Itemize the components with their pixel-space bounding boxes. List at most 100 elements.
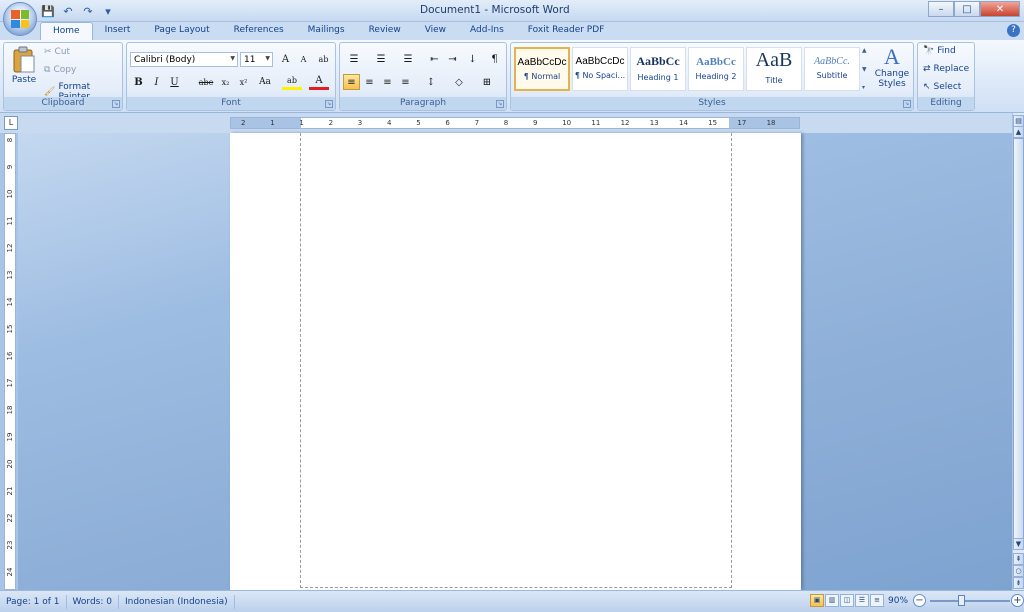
scroll-up-button[interactable]: ▲: [1013, 126, 1024, 138]
select-button[interactable]: ↖ Select: [923, 82, 961, 92]
justify-button[interactable]: ≡: [397, 74, 414, 90]
tab-home[interactable]: Home: [40, 22, 93, 40]
font-dialog-launcher-icon[interactable]: ↘: [325, 100, 333, 108]
replace-button[interactable]: ⇄ Replace: [923, 64, 969, 74]
vertical-ruler[interactable]: 8 9 10 11 12 13 14 15 16 17 18 19 20 21 22 23 24: [4, 133, 16, 590]
tab-mailings[interactable]: Mailings: [296, 22, 357, 40]
language-indicator[interactable]: Indonesian (Indonesia): [119, 594, 235, 609]
bold-button[interactable]: B: [130, 74, 147, 90]
tab-foxit-reader-pdf[interactable]: Foxit Reader PDF: [516, 22, 617, 40]
zoom-out-button[interactable]: −: [913, 594, 926, 607]
grow-font-button[interactable]: A: [277, 51, 294, 67]
line-spacing-button[interactable]: ↕: [420, 74, 442, 90]
find-button[interactable]: 🔭 Find: [923, 46, 956, 56]
multilevel-list-button[interactable]: ☰: [397, 51, 419, 67]
style-heading-1[interactable]: AaBbCc Heading 1: [630, 47, 686, 91]
zoom-in-button[interactable]: +: [1011, 594, 1024, 607]
scroll-thumb[interactable]: [1013, 138, 1024, 548]
align-right-button[interactable]: ≡: [379, 74, 396, 90]
align-left-button[interactable]: ≡: [343, 74, 360, 90]
binoculars-icon: 🔭: [923, 46, 935, 56]
styles-gallery-scroller[interactable]: ▲ ▼ ▾: [862, 47, 872, 91]
zoom-slider[interactable]: [930, 600, 1010, 602]
tab-selector-button[interactable]: L: [4, 116, 18, 130]
text-boundary[interactable]: [300, 133, 732, 588]
clear-formatting-button[interactable]: ab: [315, 51, 332, 67]
zoom-slider-thumb[interactable]: [958, 595, 965, 606]
numbering-button[interactable]: ☰: [370, 51, 392, 67]
customize-qat-icon[interactable]: ▾: [100, 3, 116, 19]
tab-references[interactable]: References: [222, 22, 296, 40]
copy-button[interactable]: ⧉ Copy: [44, 65, 76, 75]
strikethrough-button[interactable]: abe: [195, 74, 217, 90]
page-count[interactable]: Page: 1 of 1: [0, 594, 67, 609]
subscript-button[interactable]: x₂: [217, 74, 234, 90]
show-hide-marks-button[interactable]: ¶: [486, 51, 503, 67]
tab-view[interactable]: View: [413, 22, 458, 40]
text-highlight-button[interactable]: ab: [282, 74, 302, 90]
scissors-icon: ✂: [44, 47, 52, 57]
minimize-button[interactable]: –: [928, 1, 954, 17]
paragraph-dialog-launcher-icon[interactable]: ↘: [496, 100, 504, 108]
scroll-down-button[interactable]: ▼: [1013, 538, 1024, 550]
ruler-tick: 14: [6, 297, 14, 307]
style-normal[interactable]: AaBbCcDc ¶ Normal: [514, 47, 570, 91]
style-no-spacing[interactable]: AaBbCcDc ¶ No Spaci...: [572, 47, 628, 91]
previous-page-button[interactable]: ⇞: [1013, 553, 1024, 565]
font-size-select[interactable]: 11 ▼: [240, 52, 273, 67]
paintbrush-icon: 🖌: [44, 87, 56, 97]
more-icon[interactable]: ▾: [862, 84, 872, 91]
shading-button[interactable]: ◇: [448, 74, 470, 90]
italic-button[interactable]: I: [148, 74, 165, 90]
style-subtitle[interactable]: AaBbCc. Subtitle: [804, 47, 860, 91]
borders-button[interactable]: ⊞: [476, 74, 498, 90]
sort-button[interactable]: ↓: [464, 51, 481, 67]
save-icon[interactable]: 💾: [40, 3, 56, 19]
tab-page-layout[interactable]: Page Layout: [142, 22, 221, 40]
help-icon[interactable]: ?: [1007, 24, 1020, 37]
style-preview: AaBbCcDc: [575, 56, 625, 67]
clipboard-dialog-launcher-icon[interactable]: ↘: [112, 100, 120, 108]
style-title[interactable]: AaB Title: [746, 47, 802, 91]
redo-icon[interactable]: ↷: [80, 3, 96, 19]
underline-button[interactable]: U: [166, 74, 183, 90]
word-count[interactable]: Words: 0: [67, 594, 119, 609]
align-center-button[interactable]: ≡: [361, 74, 378, 90]
styles-dialog-launcher-icon[interactable]: ↘: [903, 100, 911, 108]
close-button[interactable]: ✕: [980, 1, 1020, 17]
web-layout-view-icon[interactable]: ◫: [840, 594, 854, 607]
draft-view-icon[interactable]: ≡: [870, 594, 884, 607]
shrink-font-button[interactable]: A: [295, 51, 312, 67]
full-screen-reading-view-icon[interactable]: ▥: [825, 594, 839, 607]
tab-add-ins[interactable]: Add-Ins: [458, 22, 516, 40]
change-case-button[interactable]: Aa: [255, 74, 275, 90]
chevron-up-icon[interactable]: ▲: [862, 47, 872, 54]
zoom-level[interactable]: 90%: [888, 596, 908, 606]
style-heading-2[interactable]: AaBbCc Heading 2: [688, 47, 744, 91]
ruler-tick: 2: [328, 119, 334, 127]
horizontal-ruler[interactable]: 2 1 1 2 3 4 5 6 7 8 9 10 11 12 13 14 15 17 18: [230, 117, 800, 129]
cut-button[interactable]: ✂ Cut: [44, 47, 70, 57]
chevron-down-icon[interactable]: ▼: [862, 66, 872, 73]
change-styles-icon: A: [884, 44, 900, 69]
font-size-value: 11: [244, 55, 256, 65]
font-family-select[interactable]: Calibri (Body) ▼: [130, 52, 238, 67]
print-layout-view-icon[interactable]: ▣: [810, 594, 824, 607]
ruler-tick: 17: [6, 378, 14, 388]
superscript-button[interactable]: x²: [235, 74, 252, 90]
increase-indent-button[interactable]: ⇥: [444, 51, 461, 67]
undo-icon[interactable]: ↶: [60, 3, 76, 19]
office-button[interactable]: [3, 2, 37, 36]
next-page-button[interactable]: ⇟: [1013, 577, 1024, 589]
vertical-scrollbar[interactable]: ▤ ▲ ▼ ⇞ ○ ⇟: [1012, 113, 1024, 590]
change-styles-button[interactable]: A Change Styles: [874, 44, 910, 90]
paste-button[interactable]: Paste: [8, 46, 40, 85]
browse-object-button[interactable]: ○: [1013, 565, 1024, 577]
tab-insert[interactable]: Insert: [93, 22, 143, 40]
bullets-button[interactable]: ☰: [343, 51, 365, 67]
tab-review[interactable]: Review: [357, 22, 413, 40]
decrease-indent-button[interactable]: ⇤: [426, 51, 443, 67]
outline-view-icon[interactable]: ☰: [855, 594, 869, 607]
font-color-button[interactable]: A: [309, 74, 329, 90]
maximize-button[interactable]: □: [954, 1, 980, 17]
